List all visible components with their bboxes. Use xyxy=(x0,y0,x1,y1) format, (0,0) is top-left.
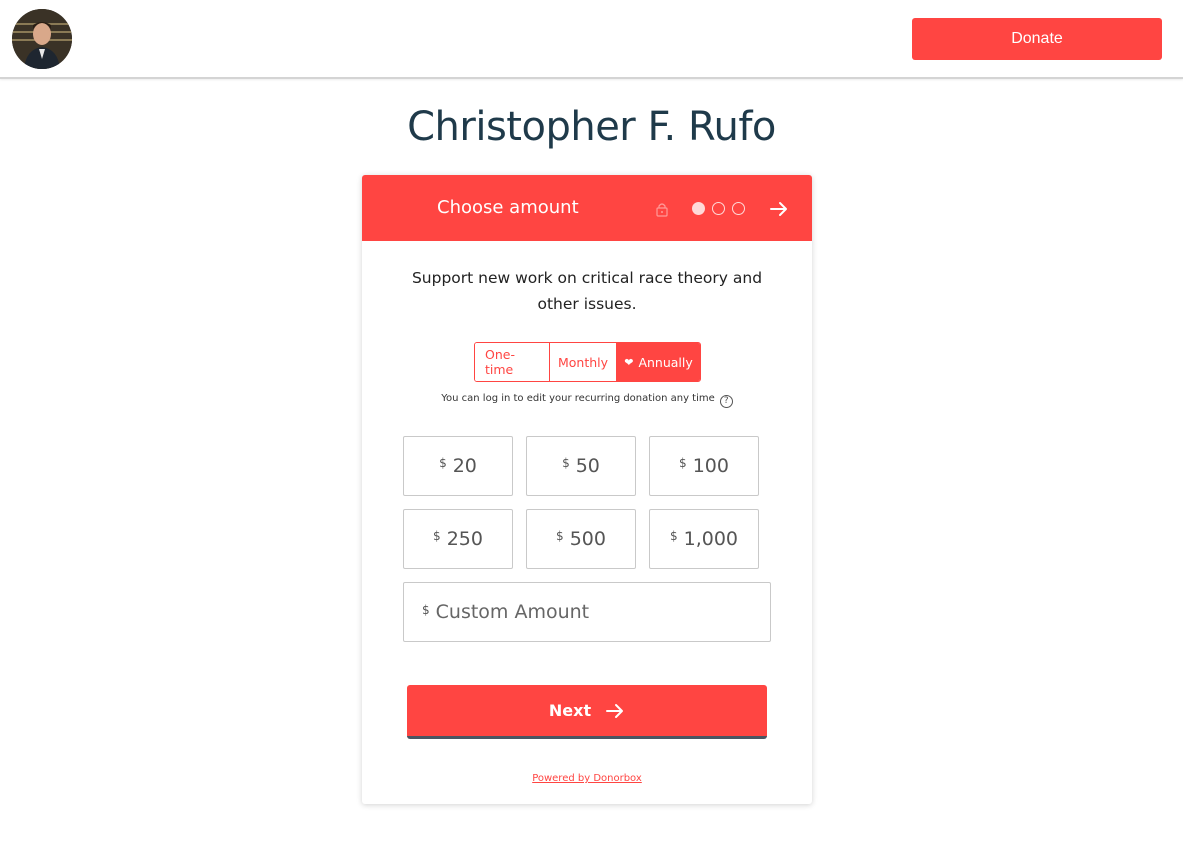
recurring-note: You can log in to edit your recurring do… xyxy=(362,393,812,408)
step-indicator-1 xyxy=(692,202,705,215)
frequency-label: One-time xyxy=(485,347,515,377)
amount-option-250[interactable]: $250 xyxy=(403,509,513,569)
frequency-label: Monthly xyxy=(557,354,609,370)
next-button[interactable]: Next xyxy=(407,685,767,739)
form-description: Support new work on critical race theory… xyxy=(411,269,763,313)
amount-value: 100 xyxy=(692,455,729,477)
frequency-label: Annually xyxy=(638,354,693,370)
page-title: Christopher F. Rufo xyxy=(407,104,776,150)
amount-value: 500 xyxy=(569,528,606,550)
avatar[interactable] xyxy=(12,9,72,69)
frequency-selector: One-time Monthly ❤ Annually xyxy=(474,342,701,382)
amount-value: 20 xyxy=(452,455,477,477)
frequency-monthly[interactable]: Monthly xyxy=(549,343,616,381)
step-indicator-2 xyxy=(712,202,725,215)
profile-photo-icon xyxy=(12,9,72,69)
recurring-note-text: You can log in to edit your recurring do… xyxy=(441,393,715,404)
custom-amount-input[interactable] xyxy=(435,601,736,623)
powered-by-link[interactable]: Powered by Donorbox xyxy=(362,773,812,784)
form-header: Choose amount xyxy=(362,175,812,241)
donation-form-card: Choose amount Support new work on critic… xyxy=(362,175,812,804)
currency-symbol: $ xyxy=(556,529,564,543)
amount-option-100[interactable]: $100 xyxy=(649,436,759,496)
donate-button[interactable]: Donate xyxy=(912,18,1162,60)
custom-amount-field[interactable]: $ xyxy=(403,582,771,642)
step-title: Choose amount xyxy=(437,197,579,218)
frequency-one-time[interactable]: One-time xyxy=(475,343,549,381)
currency-symbol: $ xyxy=(433,529,441,543)
currency-symbol: $ xyxy=(439,456,447,470)
amount-option-20[interactable]: $20 xyxy=(403,436,513,496)
lock-icon xyxy=(656,203,668,217)
frequency-annually[interactable]: ❤ Annually xyxy=(616,343,700,381)
amount-value: 50 xyxy=(575,455,600,477)
next-arrow-icon[interactable] xyxy=(768,198,790,220)
amount-value: 250 xyxy=(446,528,483,550)
currency-symbol: $ xyxy=(679,456,687,470)
heart-icon: ❤ xyxy=(624,355,634,369)
step-indicator-3 xyxy=(732,202,745,215)
top-bar: Donate xyxy=(0,0,1183,79)
next-button-label: Next xyxy=(548,701,592,720)
arrow-right-icon xyxy=(606,703,624,718)
currency-symbol: $ xyxy=(562,456,570,470)
currency-symbol: $ xyxy=(669,529,678,543)
amount-value: 1,000 xyxy=(683,528,739,550)
currency-symbol: $ xyxy=(422,603,430,617)
amount-option-50[interactable]: $50 xyxy=(526,436,636,496)
amount-option-1000[interactable]: $1,000 xyxy=(649,509,759,569)
help-icon[interactable]: ? xyxy=(719,395,733,408)
amount-option-500[interactable]: $500 xyxy=(526,509,636,569)
